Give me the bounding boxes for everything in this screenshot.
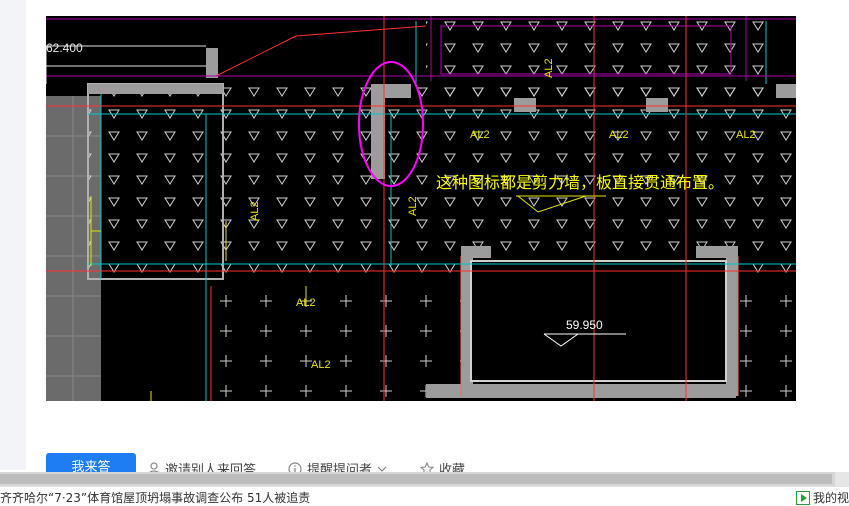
cad-drawing-image: 62.400 AL2 AL2 AL2 AL2 AL2 AL2 AL2 AL2 5… [46, 16, 796, 401]
al2-label: AL2 [543, 58, 555, 78]
news-ticker-bar: 齐齐哈尔“7·23”体育馆屋顶坍塌事故调查公布 51人被追责 我的视 [0, 486, 849, 506]
horizontal-scrollbar[interactable] [0, 472, 849, 486]
al2-label: AL2 [407, 196, 419, 216]
left-rail [0, 0, 26, 470]
scroll-corner [835, 472, 849, 486]
al2-label: AL2 [470, 129, 490, 141]
al2-label: AL2 [736, 129, 756, 141]
al2-label: AL2 [249, 201, 261, 221]
scrollbar-thumb[interactable] [0, 474, 832, 484]
my-video-label: 我的视 [812, 491, 849, 505]
annotation-text: 这种图标都是剪力墙，板直接贯通布置。 [436, 173, 724, 192]
my-video-link[interactable]: 我的视 [795, 489, 849, 506]
elevation-top-left: 62.400 [46, 41, 83, 55]
al2-label: AL2 [311, 359, 331, 371]
news-ticker-link[interactable]: 齐齐哈尔“7·23”体育馆屋顶坍塌事故调查公布 51人被追责 [0, 489, 310, 506]
elevation-center: 59.950 [566, 318, 603, 332]
play-icon [795, 490, 810, 505]
al2-label: AL2 [609, 129, 629, 141]
al2-label: AL2 [296, 297, 316, 309]
